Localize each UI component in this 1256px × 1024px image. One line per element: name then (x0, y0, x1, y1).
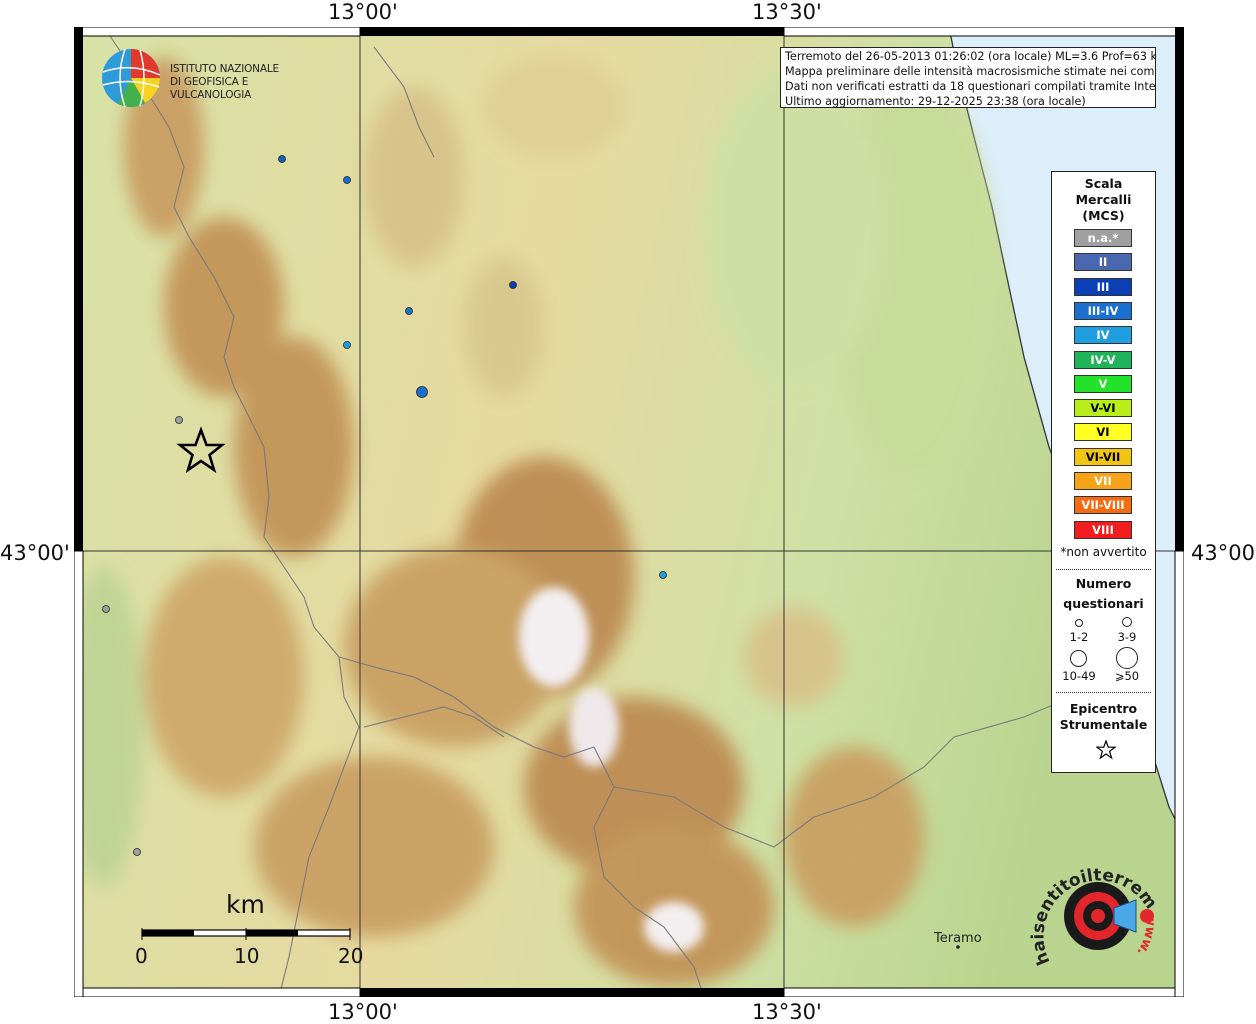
info-line-1: Terremoto del 26-05-2013 01:26:02 (ora l… (785, 50, 1156, 63)
info-line-2: Mappa preliminare delle intensità macros… (785, 65, 1156, 78)
map-canvas[interactable] (74, 27, 1184, 997)
ingv-logo: ISTITUTO NAZIONALE DI GEOFISICA E VULCAN… (98, 47, 318, 111)
questionnaires-title-line1: Numero (1075, 576, 1132, 591)
legend-title-line2: Mercalli (1075, 192, 1132, 207)
obs-point-5[interactable] (343, 341, 351, 349)
mcs-scale-item: III (1074, 277, 1132, 296)
mcs-scale-item: VIII (1074, 520, 1132, 539)
lat-label-right: 43°00' (1191, 541, 1256, 565)
info-line-4: Ultimo aggiornamento: 29-12-2025 23:38 (… (785, 95, 1086, 108)
legend-title-line1: Scala (1084, 176, 1123, 191)
legend-star-icon (1096, 740, 1116, 760)
lon-label-top-right: 13°30' (752, 0, 822, 24)
mcs-scale-item: III-IV (1074, 301, 1132, 320)
q-size-label-2: 3-9 (1117, 630, 1137, 644)
mcs-scale-item: VI-VII (1074, 447, 1132, 466)
lon-label-top-left: 13°00' (328, 0, 398, 24)
mcs-scale-item: IV-V (1074, 350, 1132, 369)
obs-point-2[interactable] (343, 176, 351, 184)
lon-label-bottom-left: 13°00' (328, 1000, 398, 1024)
info-line-3: Dati non verificati estratti da 18 quest… (785, 80, 1156, 93)
mcs-scale-item: II (1074, 253, 1132, 272)
haisentito-logo[interactable]: haisentitoilterremoto.it www. (1022, 837, 1168, 984)
epicenter-title-line2: Strumentale (1059, 717, 1148, 732)
scale-bar: km 0 10 20 (135, 890, 368, 970)
q-size-circle-3 (1070, 650, 1087, 667)
mcs-scale-item: VII-VIII (1074, 496, 1132, 515)
q-size-circle-2 (1122, 617, 1132, 627)
ingv-name-line1: ISTITUTO NAZIONALE (170, 63, 279, 75)
legend-title-line3: (MCS) (1082, 208, 1125, 223)
legend-separator-1 (1056, 569, 1151, 570)
questionnaires-title-line2: questionari (1063, 596, 1144, 611)
mcs-scale-item: n.a.* (1074, 229, 1132, 247)
not-felt-note: *non avvertito (1060, 545, 1147, 559)
scale-bar-unit: km (226, 890, 265, 919)
q-size-label-4: ⩾50 (1114, 669, 1140, 683)
obs-point-6[interactable] (416, 386, 428, 398)
obs-point-1[interactable] (278, 155, 286, 163)
obs-point-4[interactable] (509, 281, 517, 289)
legend-separator-2 (1056, 692, 1151, 693)
obs-point-9[interactable] (102, 605, 110, 613)
haisentito-www: www. (1134, 914, 1158, 958)
ingv-name-line2: DI GEOFISICA E VULCANOLOGIA (170, 76, 252, 101)
scale-bar-graphic (141, 928, 351, 940)
obs-point-10[interactable] (133, 848, 141, 856)
scale-bar-tick-0: 0 (135, 944, 148, 968)
scale-bar-tick-10: 10 (234, 944, 260, 968)
q-size-label-1: 1-2 (1069, 630, 1089, 644)
svg-text:www.: www. (1134, 914, 1158, 958)
obs-point-7[interactable] (175, 416, 183, 424)
mcs-scale-item: IV (1074, 326, 1132, 345)
scale-bar-tick-20: 20 (338, 944, 364, 968)
mcs-scale-item: VI (1074, 423, 1132, 442)
event-info-box: Terremoto del 26-05-2013 01:26:02 (ora l… (780, 47, 1156, 108)
q-size-label-3: 10-49 (1062, 669, 1096, 683)
lon-label-bottom-right: 13°30' (752, 1000, 822, 1024)
q-size-circle-1 (1075, 619, 1083, 627)
haisentito-target-icon: haisentitoilterremoto.it www. (1022, 837, 1161, 968)
legend-panel: Scala Mercalli (MCS) n.a.* II III III-IV IV I… (1051, 171, 1156, 773)
ingv-globe-icon (102, 48, 161, 108)
mcs-scale-item: V-VI (1074, 399, 1132, 418)
epicenter-title-line1: Epicentro (1069, 701, 1138, 716)
mcs-scale-item: V (1074, 374, 1132, 393)
q-size-circle-4 (1116, 647, 1138, 669)
obs-point-8[interactable] (659, 571, 667, 579)
mcs-scale-item: VII (1074, 472, 1132, 490)
lat-label-left: 43°00' (0, 541, 70, 565)
city-label-teramo: Teramo (934, 931, 982, 946)
obs-point-3[interactable] (405, 307, 413, 315)
